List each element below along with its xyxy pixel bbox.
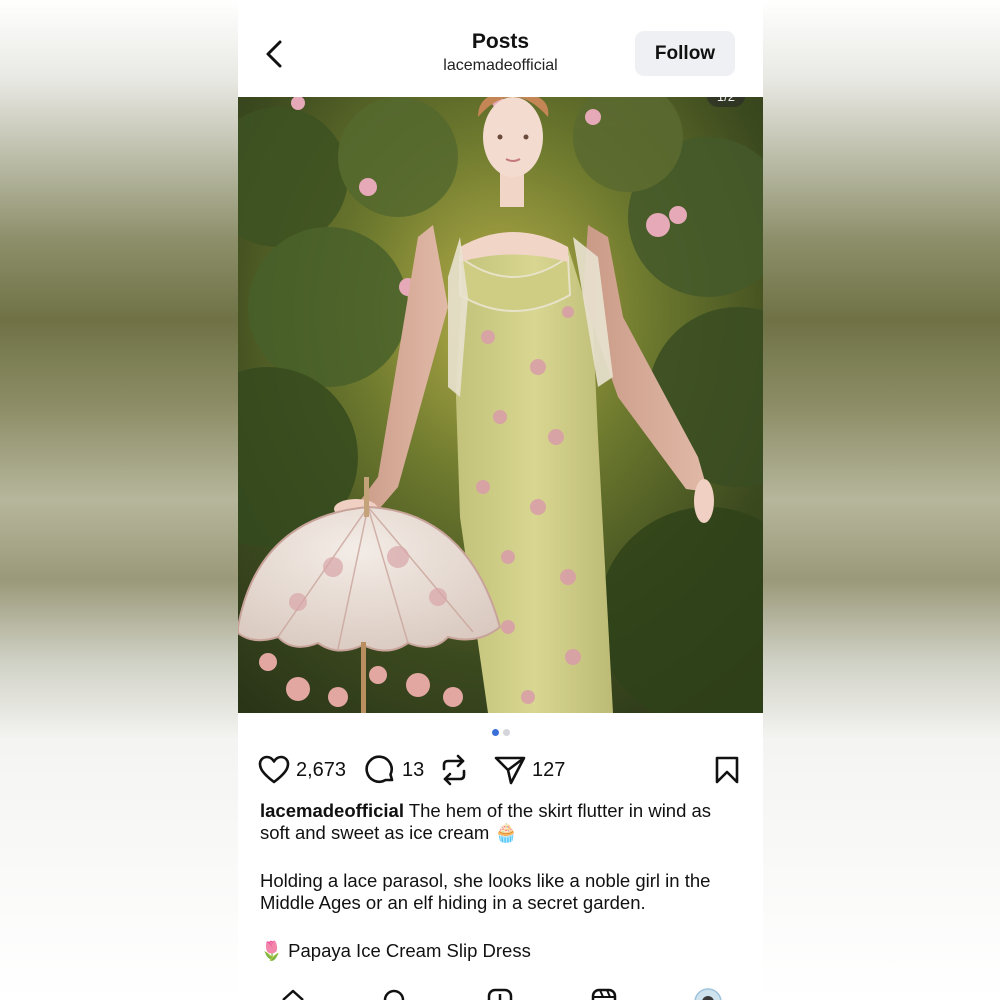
post-actions-bar: 2,673 13 127: [238, 748, 763, 792]
post-caption: lacemadeofficial The hem of the skirt fl…: [260, 800, 745, 988]
heart-icon: [258, 755, 290, 784]
comment-count: 13: [402, 758, 425, 781]
send-icon: [494, 756, 526, 785]
like-button[interactable]: 2,673: [258, 748, 346, 792]
share-button[interactable]: 127: [494, 748, 565, 792]
profile-avatar: [694, 988, 722, 1000]
share-count: 127: [532, 758, 566, 781]
post-header: Posts lacemadeofficial Follow: [238, 0, 763, 97]
carousel-dot-active: [491, 729, 499, 736]
tab-search[interactable]: [382, 988, 408, 1000]
caption-product-line: 🌷 Papaya Ice Cream Slip Dress: [260, 940, 531, 961]
search-icon: [383, 989, 405, 1000]
follow-button[interactable]: Follow: [635, 31, 735, 76]
repost-icon: [442, 754, 466, 786]
save-button[interactable]: [714, 748, 740, 792]
tab-profile[interactable]: [694, 988, 722, 1000]
image-counter-badge: 1/2: [706, 97, 745, 107]
create-icon: [487, 988, 513, 1000]
tab-create[interactable]: [487, 988, 513, 1000]
caption-username[interactable]: lacemadeofficial: [260, 800, 404, 821]
carousel-dot: [502, 729, 510, 736]
home-icon: [282, 989, 304, 1000]
bookmark-icon: [715, 756, 739, 784]
comment-bubble-icon: [365, 755, 394, 783]
tab-home[interactable]: [280, 988, 306, 1000]
phone-screen: Posts lacemadeofficial Follow 2,673 13 1…: [238, 0, 763, 1000]
like-count: 2,673: [296, 758, 347, 781]
carousel-indicator: [238, 729, 763, 736]
caption-second-paragraph: Holding a lace parasol, she looks like a…: [260, 870, 711, 913]
comment-button[interactable]: 13: [364, 748, 424, 792]
caption-first-paragraph: lacemadeofficial The hem of the skirt fl…: [260, 800, 745, 844]
repost-button[interactable]: [439, 748, 469, 792]
bottom-tab-bar: [238, 980, 763, 1000]
tab-reels[interactable]: [591, 988, 617, 1000]
reels-icon: [591, 988, 617, 1000]
post-image[interactable]: 1/2: [238, 97, 763, 713]
